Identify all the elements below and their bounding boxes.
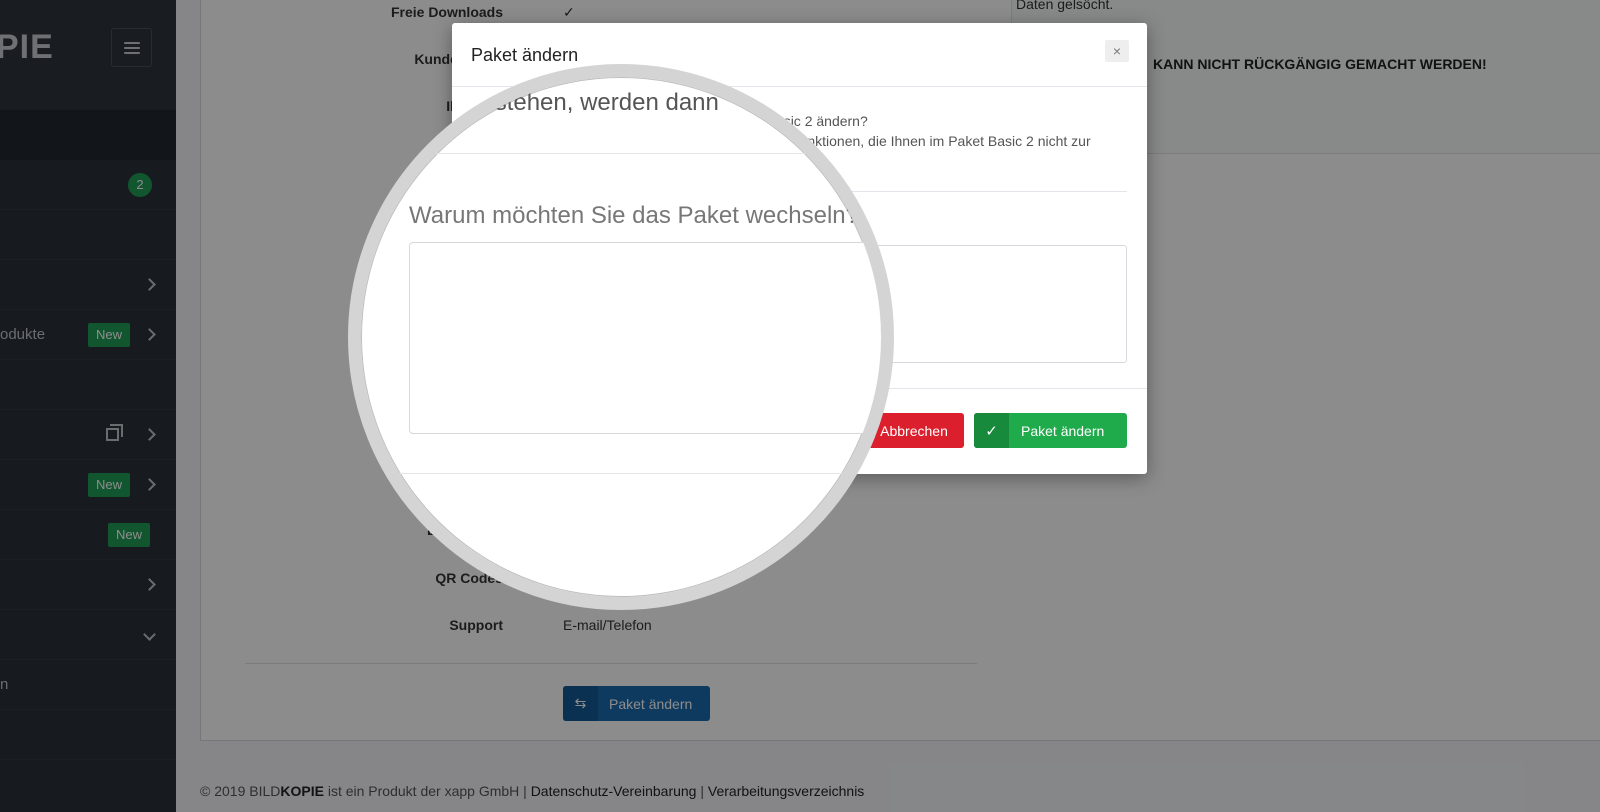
magnified-divider [361, 473, 881, 474]
close-icon[interactable]: × [1105, 40, 1129, 62]
check-icon: ✓ [974, 413, 1009, 448]
confirm-change-button[interactable]: ✓ Paket ändern [974, 413, 1127, 448]
modal-title: Paket ändern [471, 45, 579, 65]
magnified-divider [361, 153, 881, 154]
button-label: Paket ändern [1021, 422, 1105, 439]
magnifier-lens: ing stehen, werden dann Warum möchten Si… [348, 64, 894, 610]
magnified-reason-textarea[interactable] [409, 242, 881, 434]
reason-question: Warum möchten Sie das Paket wechseln? [409, 202, 859, 229]
magnified-text: ing stehen, werden dann [456, 89, 719, 116]
